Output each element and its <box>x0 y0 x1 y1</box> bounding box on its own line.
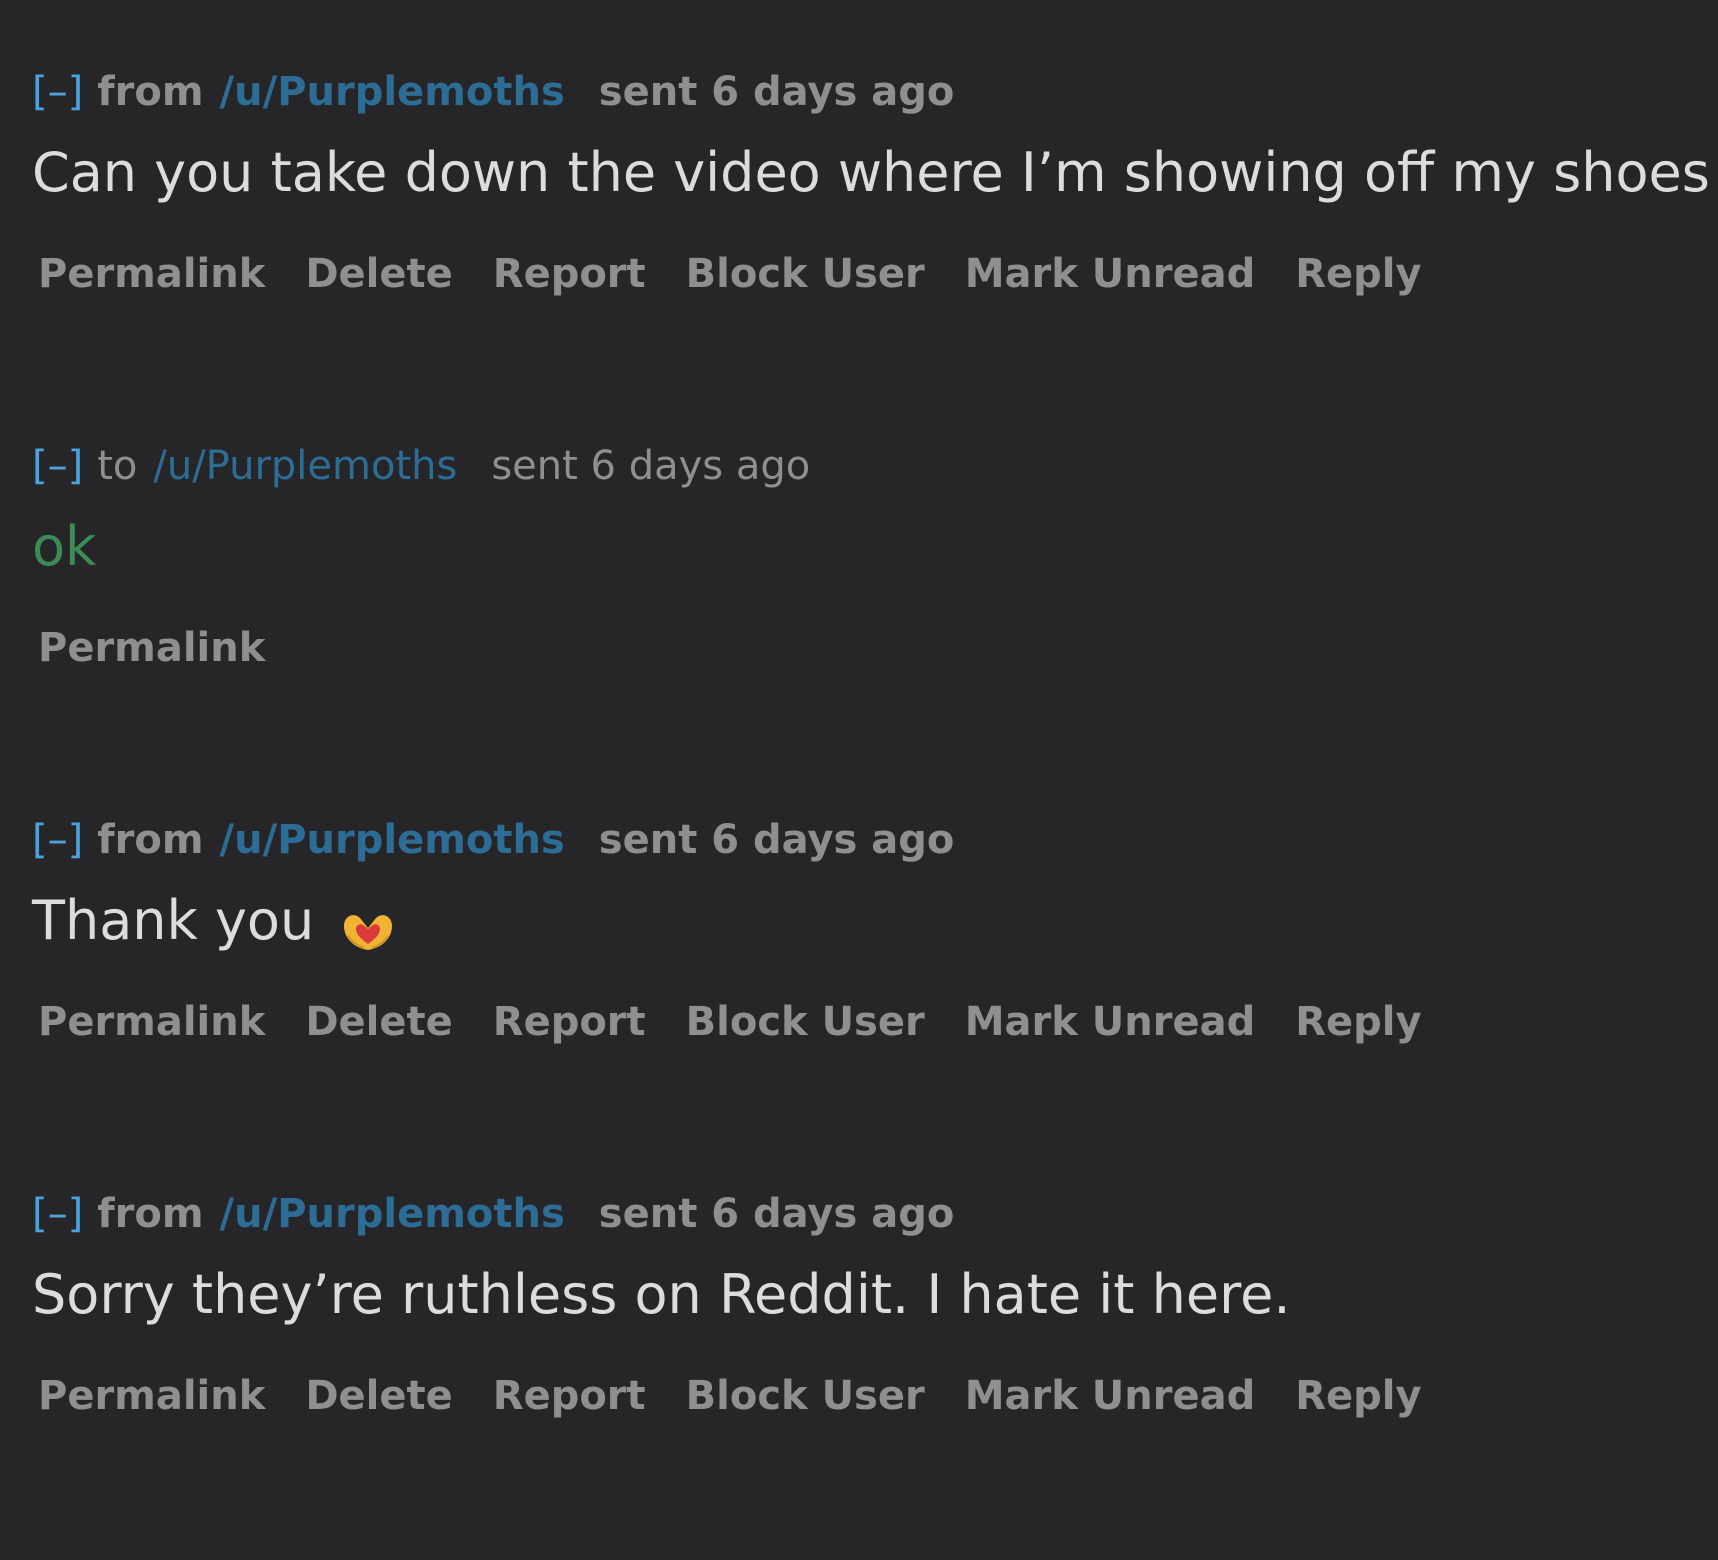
block-user-button[interactable]: Block User <box>686 999 925 1045</box>
report-button[interactable]: Report <box>493 251 646 297</box>
message-body: Sorry they’re ruthless on Reddit. I hate… <box>32 1263 1291 1326</box>
message-body: Thank you <box>32 889 315 952</box>
author-link[interactable]: /u/Purplemoths <box>220 64 565 120</box>
delete-button[interactable]: Delete <box>305 999 452 1045</box>
message-timestamp: sent 6 days ago <box>491 443 811 489</box>
message-item: [–] from /u/Purplemoths sent 6 days ago … <box>32 812 1692 1186</box>
message-direction: from <box>97 1191 204 1237</box>
report-button[interactable]: Report <box>493 1373 646 1419</box>
message-header: [–] from /u/Purplemoths sent 6 days ago <box>32 64 1692 120</box>
message-timestamp: sent 6 days ago <box>598 69 955 115</box>
message-body-row: Thank you <box>32 886 1692 956</box>
message-header: [–] from /u/Purplemoths sent 6 days ago <box>32 812 1692 868</box>
block-user-button[interactable]: Block User <box>686 1373 925 1419</box>
message-header: [–] to /u/Purplemoths sent 6 days ago <box>32 438 1692 494</box>
delete-button[interactable]: Delete <box>305 1373 452 1419</box>
message-item: [–] to /u/Purplemoths sent 6 days ago ok… <box>32 438 1692 812</box>
author-link[interactable]: /u/Purplemoths <box>220 812 565 868</box>
message-direction: to <box>97 443 138 489</box>
message-item: [–] from /u/Purplemoths sent 6 days ago … <box>32 64 1710 438</box>
delete-button[interactable]: Delete <box>305 251 452 297</box>
message-item: [–] from /u/Purplemoths sent 6 days ago … <box>32 1186 1692 1560</box>
collapse-toggle[interactable]: [–] <box>32 812 83 868</box>
mark-unread-button[interactable]: Mark Unread <box>965 1373 1256 1419</box>
message-actions: Permalink Delete Report Block User Mark … <box>32 246 1692 302</box>
collapse-toggle[interactable]: [–] <box>32 1186 83 1242</box>
mark-unread-button[interactable]: Mark Unread <box>965 251 1256 297</box>
reply-button[interactable]: Reply <box>1295 999 1421 1045</box>
message-actions: Permalink <box>32 620 1692 676</box>
collapse-toggle[interactable]: [–] <box>32 438 83 494</box>
message-thread: [–] from /u/Purplemoths sent 6 days ago … <box>32 64 1710 1560</box>
permalink-button[interactable]: Permalink <box>38 1373 265 1419</box>
message-body: ok <box>32 515 97 578</box>
message-direction: from <box>97 69 204 115</box>
permalink-button[interactable]: Permalink <box>38 251 265 297</box>
message-header: [–] from /u/Purplemoths sent 6 days ago <box>32 1186 1692 1242</box>
message-timestamp: sent 6 days ago <box>598 1191 955 1237</box>
message-direction: from <box>97 817 204 863</box>
reply-button[interactable]: Reply <box>1295 251 1421 297</box>
author-link[interactable]: /u/Purplemoths <box>220 1186 565 1242</box>
author-link[interactable]: /u/Purplemoths <box>153 438 457 494</box>
mark-unread-button[interactable]: Mark Unread <box>965 999 1256 1045</box>
message-body: Can you take down the video where I’m sh… <box>32 141 1710 204</box>
message-actions: Permalink Delete Report Block User Mark … <box>32 994 1692 1050</box>
heart-hands-icon <box>338 901 398 950</box>
block-user-button[interactable]: Block User <box>686 251 925 297</box>
permalink-button[interactable]: Permalink <box>38 999 265 1045</box>
report-button[interactable]: Report <box>493 999 646 1045</box>
message-timestamp: sent 6 days ago <box>598 817 955 863</box>
message-actions: Permalink Delete Report Block User Mark … <box>32 1368 1692 1424</box>
collapse-toggle[interactable]: [–] <box>32 64 83 120</box>
permalink-button[interactable]: Permalink <box>38 625 265 671</box>
reply-button[interactable]: Reply <box>1295 1373 1421 1419</box>
